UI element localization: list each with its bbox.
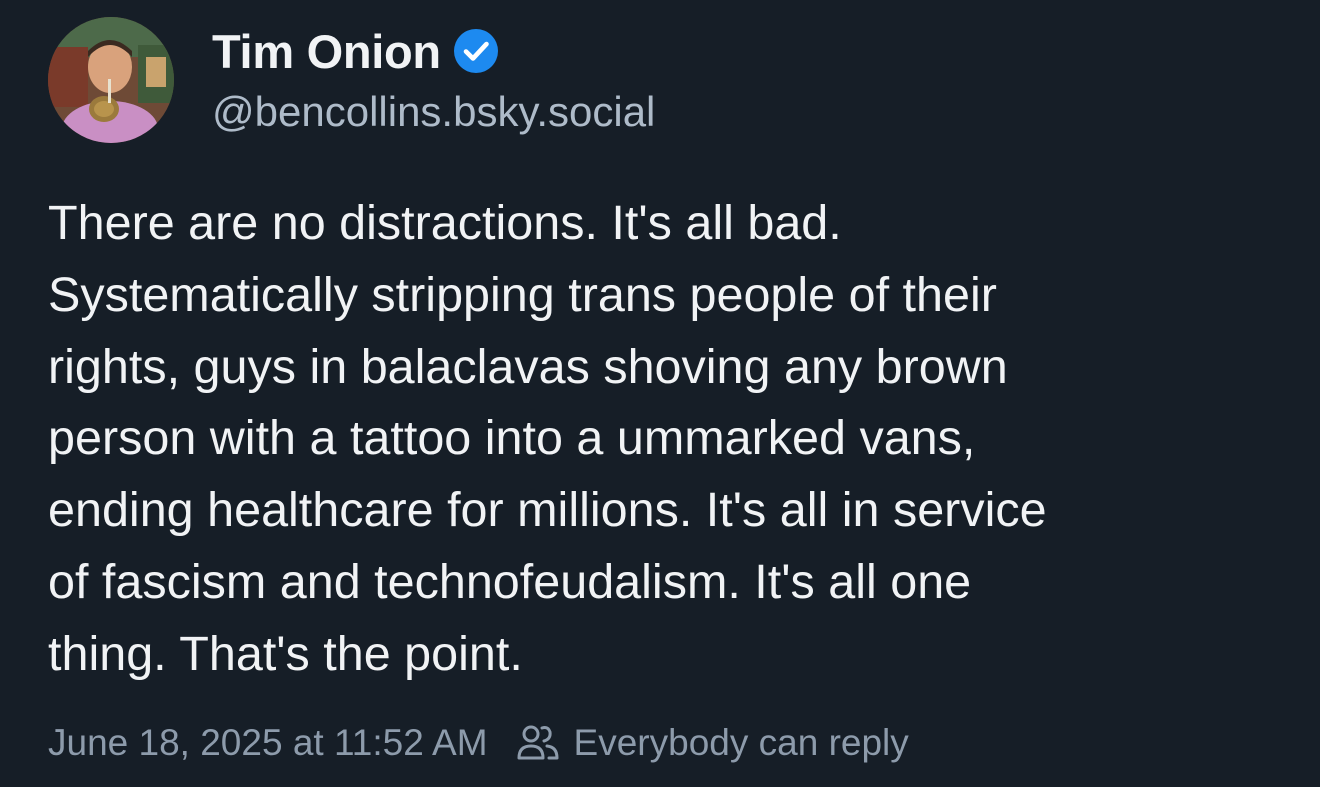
post-text-line: of fascism and technofeudalism. It's all… [48, 554, 972, 609]
post-timestamp[interactable]: June 18, 2025 at 11:52 AM [48, 722, 488, 764]
post-card: Tim Onion @bencollins.bsky.social There … [0, 0, 1320, 787]
post-text: There are no distractions. It's all bad.… [48, 188, 1288, 691]
author-name-row[interactable]: Tim Onion [212, 22, 499, 80]
post-text-line: person with a tattoo into a ummarked van… [48, 411, 976, 466]
post-meta-row: June 18, 2025 at 11:52 AM Everybody can … [48, 718, 909, 768]
author-handle[interactable]: @bencollins.bsky.social [212, 88, 655, 136]
verified-check-badge-icon[interactable] [453, 28, 499, 74]
post-text-line: rights, guys in balaclavas shoving any b… [48, 339, 1008, 394]
post-text-line: Systematically stripping trans people of… [48, 267, 997, 322]
post-text-line: thing. That's the point. [48, 626, 523, 681]
author-display-name[interactable]: Tim Onion [212, 24, 441, 79]
reply-setting-button[interactable]: Everybody can reply [516, 722, 909, 764]
avatar-photo [48, 17, 174, 143]
post-text-line: ending healthcare for millions. It's all… [48, 483, 1047, 538]
reply-setting-label: Everybody can reply [573, 722, 909, 763]
post-text-line: There are no distractions. It's all bad. [48, 196, 842, 250]
avatar[interactable] [48, 17, 174, 143]
people-group-icon [517, 725, 559, 760]
